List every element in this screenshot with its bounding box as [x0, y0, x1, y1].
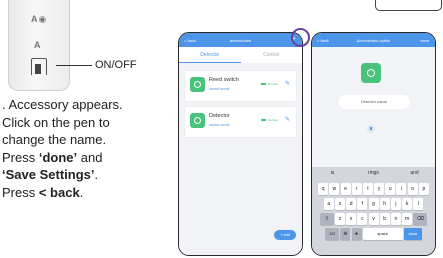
tab-detector[interactable]: Detector	[179, 47, 241, 63]
key[interactable]: s	[334, 198, 345, 210]
pen-icon[interactable]: ✎	[285, 80, 290, 87]
instruction-line: . Accessory appears.	[2, 97, 123, 112]
accessory-name: Detector	[209, 113, 230, 119]
instruction-line: change the name.	[2, 132, 107, 147]
name-input[interactable]: Detector name	[338, 95, 410, 109]
back-emphasis: < back	[38, 184, 80, 200]
done-emphasis: ‘done’	[38, 149, 78, 165]
top-bracket-fragment	[375, 0, 442, 11]
on-screen-keyboard: is rings and q w e r t y u i o p a s d f…	[312, 167, 435, 255]
suggestion-bar: is rings and	[312, 167, 435, 180]
phone-accessories-list: < back accessories + Detector Control Re…	[178, 32, 303, 256]
key[interactable]: b	[379, 213, 390, 225]
instruction-text: .	[94, 167, 99, 182]
key[interactable]: g	[368, 198, 379, 210]
instruction-line: Press < back.	[2, 184, 174, 202]
key[interactable]: x	[346, 213, 357, 225]
space-key[interactable]: space	[362, 228, 403, 240]
delete-key[interactable]: ⌫	[413, 213, 428, 225]
instruction-text: Press	[2, 184, 39, 200]
accessory-state: Normal	[261, 118, 278, 122]
phone-accessory-options: < back Accessories option save Detector …	[311, 32, 436, 256]
key[interactable]: n	[390, 213, 401, 225]
done-key[interactable]: done	[403, 228, 422, 240]
tab-bar: Detector Control	[179, 47, 302, 64]
key[interactable]: w	[329, 183, 340, 195]
key[interactable]: j	[390, 198, 401, 210]
globe-icon[interactable]: ⊕	[340, 228, 351, 240]
tab-control[interactable]: Control	[241, 47, 303, 63]
key[interactable]: u	[385, 183, 396, 195]
key[interactable]: t	[362, 183, 373, 195]
key[interactable]: q	[318, 183, 329, 195]
switch-toggle	[35, 64, 41, 74]
key[interactable]: v	[368, 213, 379, 225]
add-button[interactable]: + add	[274, 230, 296, 240]
instruction-text: and	[77, 149, 103, 165]
instruction-line: Click on the pen to	[2, 114, 110, 130]
instruction-text: Press	[2, 149, 39, 165]
instruction-line: Press ‘done’ and	[2, 149, 174, 167]
accessory-status: normal normal	[209, 123, 230, 127]
key[interactable]: o	[407, 183, 418, 195]
key[interactable]: l	[413, 198, 424, 210]
accessory-card-detector[interactable]: Detector normal normal Normal ✎	[185, 107, 296, 137]
pen-icon[interactable]: ✎	[285, 116, 290, 123]
save-button[interactable]: save	[421, 38, 429, 43]
key-row-bottom: 123 ⊕ ● space done	[312, 228, 435, 240]
key[interactable]: c	[357, 213, 368, 225]
accessory-status: normal normal	[209, 87, 230, 91]
accessory-card-reed-switch[interactable]: Reed switch normal normal Normal ✎	[185, 71, 296, 101]
key[interactable]: m	[402, 213, 413, 225]
onoff-label: ON/OFF	[95, 59, 137, 71]
device-bottom-mark: A	[34, 40, 42, 50]
key[interactable]: f	[357, 198, 368, 210]
info-icon[interactable]	[367, 125, 375, 133]
shift-key[interactable]: ⇧	[319, 213, 334, 225]
key-row-1: q w e r t y u i o p	[312, 183, 435, 195]
accessory-name: Reed switch	[209, 77, 239, 83]
key[interactable]: z	[334, 213, 345, 225]
instruction-line: ‘Save Settings’.	[2, 166, 174, 184]
key-row-2: a s d f g h j k l	[312, 198, 435, 210]
key[interactable]: h	[379, 198, 390, 210]
device-illustration: A◉ A	[8, 0, 70, 91]
device-top-mark: A◉	[31, 14, 48, 24]
accessory-list: Reed switch normal normal Normal ✎ Detec…	[179, 63, 302, 255]
callout-line	[56, 65, 92, 66]
accessory-icon	[190, 77, 205, 92]
suggestion[interactable]: rings	[353, 167, 394, 180]
app-bar-title: accessories	[229, 38, 252, 43]
save-settings-emphasis: ‘Save Settings’	[2, 167, 95, 182]
mic-icon[interactable]: ●	[351, 228, 362, 240]
key[interactable]: k	[402, 198, 413, 210]
key[interactable]: y	[374, 183, 385, 195]
suggestion[interactable]: and	[394, 167, 435, 180]
key-row-3: ⇧ z x c v b n m ⌫	[312, 213, 435, 225]
key[interactable]: e	[340, 183, 351, 195]
accessory-icon	[190, 113, 205, 128]
highlight-ring	[291, 28, 310, 47]
key[interactable]: p	[418, 183, 429, 195]
key[interactable]: r	[351, 183, 362, 195]
edit-area: Detector name	[312, 47, 435, 167]
accessory-state: Normal	[261, 82, 278, 86]
accessory-icon	[361, 63, 381, 83]
instructions-text: . Accessory appears. Click on the pen to…	[2, 96, 174, 201]
suggestion[interactable]: is	[312, 167, 353, 180]
numbers-key[interactable]: 123	[325, 228, 340, 240]
app-bar: < back Accessories option save	[312, 33, 435, 47]
key[interactable]: i	[396, 183, 407, 195]
app-bar: < back accessories +	[179, 33, 302, 47]
instruction-text: .	[79, 184, 84, 200]
key[interactable]: d	[346, 198, 357, 210]
app-bar-title: Accessories option	[356, 38, 391, 43]
key[interactable]: a	[323, 198, 334, 210]
